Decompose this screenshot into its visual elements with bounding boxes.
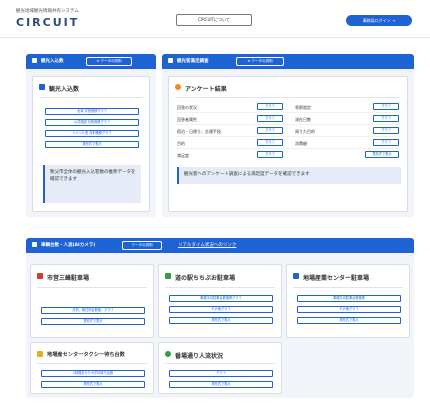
graph-button[interactable]: グラフ bbox=[257, 139, 283, 146]
monthly-total-graph-button[interactable]: 全体 月別推移グラフ bbox=[45, 108, 139, 115]
chart-icon bbox=[32, 58, 37, 63]
about-button[interactable]: CIRCUITについて bbox=[176, 14, 252, 26]
table-view-button[interactable]: 表形式で表示 bbox=[41, 318, 145, 325]
graph-button[interactable]: 車種平均駐車台数推移 bbox=[297, 295, 401, 302]
graph-button[interactable]: グラフ bbox=[373, 115, 399, 122]
parking-card: 道の駅ちちぶお駐車場 車種平均駐車台数推移グラフ その他グラフ 表形式で表示 bbox=[158, 264, 282, 338]
parking-card: 地場産業センター駐車場 車種平均駐車台数推移 その他グラフ 表形式で表示 bbox=[286, 264, 410, 338]
survey-note: 観光客へのアンケート調査による満足度データを確認できます bbox=[177, 167, 401, 184]
building-icon bbox=[293, 273, 299, 279]
graph-button[interactable]: グラフ bbox=[169, 370, 273, 377]
survey-panel-header: 観光客満足調査 ≡ データの説明 bbox=[162, 54, 414, 69]
graph-button[interactable]: グラフ bbox=[257, 127, 283, 134]
row-label: 回答の状況 bbox=[177, 105, 197, 110]
tourist-card: 観光入込数 全体 月別推移グラフ 公共施設 月別推移グラフ ジャンル別 月別推移… bbox=[32, 76, 150, 212]
parking-card: 市営三峰駐車場 月別、曜日別台数値、グラフ 表形式で表示 bbox=[30, 264, 154, 338]
parking-card-title: 道の駅ちちぶお駐車場 bbox=[175, 275, 236, 282]
genre-graph-button[interactable]: ジャンル別 月別推移グラフ bbox=[45, 130, 139, 137]
row-label: 宿泊・日帰り、交通手段 bbox=[177, 129, 221, 134]
divider bbox=[37, 287, 147, 288]
survey-card-title: アンケート結果 bbox=[185, 86, 227, 93]
parking-panel: 車輌台数・人流(AIカメラ) データの説明 リアルタイム状況へのリンク 市営三峰… bbox=[26, 238, 414, 398]
graph-button[interactable]: グラフ bbox=[373, 103, 399, 110]
tourist-data-button[interactable]: ≡ データの説明 bbox=[86, 57, 132, 66]
table-view-button[interactable]: 表形式で表示 bbox=[365, 151, 399, 158]
parking-card-title: 地場産センタータクシー待ち台数 bbox=[47, 352, 125, 358]
graph-button[interactable]: グラフ bbox=[373, 127, 399, 134]
graph-button[interactable]: 車種平均駐車台数推移グラフ bbox=[169, 295, 273, 302]
row-label: 周りた目的 bbox=[295, 129, 315, 134]
divider bbox=[39, 97, 143, 98]
gate-icon bbox=[37, 273, 43, 279]
other-graph-button[interactable]: その他グラフ bbox=[169, 306, 273, 313]
row-divider bbox=[175, 136, 401, 137]
tourist-panel: 観光入込数 ≡ データの説明 観光入込数 全体 月別推移グラフ 公共施設 月別推… bbox=[26, 54, 156, 217]
divider bbox=[175, 97, 401, 98]
public-facility-graph-button[interactable]: 公共施設 月別推移グラフ bbox=[45, 119, 139, 126]
tourist-panel-header: 観光入込数 ≡ データの説明 bbox=[26, 54, 156, 69]
graph-button[interactable]: 1時間あたりの平均待ち台数 bbox=[41, 370, 145, 377]
table-view-button[interactable]: 表形式で表示 bbox=[45, 141, 139, 148]
survey-panel-title: 観光客満足調査 bbox=[177, 59, 209, 64]
row-label: 満足度 bbox=[177, 153, 189, 158]
realtime-link[interactable]: リアルタイム状況へのリンク bbox=[178, 242, 236, 248]
graph-button[interactable]: グラフ bbox=[257, 151, 283, 158]
table-view-button[interactable]: 表形式で表示 bbox=[41, 381, 145, 388]
row-divider bbox=[175, 148, 401, 149]
divider bbox=[165, 363, 275, 364]
row-label: 目的 bbox=[177, 141, 185, 146]
table-view-button[interactable]: 表形式で表示 bbox=[297, 317, 401, 324]
table-view-button[interactable]: 表形式で表示 bbox=[169, 381, 273, 388]
row-label: 回答者属性 bbox=[177, 117, 197, 122]
divider bbox=[37, 363, 147, 364]
taxi-icon bbox=[37, 351, 43, 357]
survey-result-icon bbox=[175, 84, 181, 90]
station-icon bbox=[165, 273, 171, 279]
parking-card-title: 地場産業センター駐車場 bbox=[303, 275, 370, 282]
divider bbox=[293, 287, 403, 288]
parking-panel-header: 車輌台数・人流(AIカメラ) データの説明 リアルタイム状況へのリンク bbox=[26, 238, 414, 253]
tourist-note: 秩父市全体の観光入込客数の推移データを確認できます bbox=[43, 165, 141, 203]
graph-button[interactable]: グラフ bbox=[257, 103, 283, 110]
survey-icon bbox=[168, 58, 173, 63]
graph-button[interactable]: グラフ bbox=[257, 115, 283, 122]
row-divider bbox=[175, 124, 401, 125]
parking-card-title: 番場通り人流状況 bbox=[175, 353, 224, 360]
system-name: 観光地域観光情報共有システム bbox=[16, 9, 79, 14]
tourist-panel-title: 観光入込数 bbox=[41, 59, 64, 64]
parking-data-button[interactable]: データの説明 bbox=[122, 241, 162, 250]
parking-card-title: 市営三峰駐車場 bbox=[47, 275, 90, 282]
tourist-card-title: 観光入込数 bbox=[49, 86, 80, 93]
survey-panel: 観光客満足調査 ≡ データの説明 アンケート結果 回答の状況 グラフ 季節限定 … bbox=[162, 54, 414, 217]
other-graph-button[interactable]: その他グラフ bbox=[297, 306, 401, 313]
parking-panel-title: 車輌台数・人流(AIカメラ) bbox=[41, 243, 96, 248]
parking-card: 番場通り人流状況 グラフ 表形式で表示 bbox=[158, 342, 282, 394]
divider bbox=[165, 287, 275, 288]
login-button[interactable]: 事務局ログイン → bbox=[346, 15, 412, 26]
row-label: 滞在日数 bbox=[295, 117, 311, 122]
people-icon bbox=[165, 351, 171, 357]
app-header: 観光地域観光情報共有システム CIRCUIT CIRCUITについて 事務局ログ… bbox=[0, 0, 430, 38]
logo[interactable]: CIRCUIT bbox=[16, 16, 79, 29]
row-label: 季節限定 bbox=[295, 105, 311, 110]
row-label: 消費額 bbox=[295, 141, 307, 146]
parking-card: 地場産センタータクシー待ち台数 1時間あたりの平均待ち台数 表形式で表示 bbox=[30, 342, 154, 394]
chart-icon bbox=[39, 84, 45, 90]
row-divider bbox=[175, 112, 401, 113]
graph-button[interactable]: 月別、曜日別台数値、グラフ bbox=[41, 307, 145, 314]
camera-icon bbox=[32, 242, 37, 247]
survey-data-button[interactable]: ≡ データの説明 bbox=[236, 57, 284, 66]
graph-button[interactable]: グラフ bbox=[373, 139, 399, 146]
table-view-button[interactable]: 表形式で表示 bbox=[169, 317, 273, 324]
survey-card: アンケート結果 回答の状況 グラフ 季節限定 グラフ 回答者属性 グラフ 滞在日… bbox=[168, 76, 408, 212]
